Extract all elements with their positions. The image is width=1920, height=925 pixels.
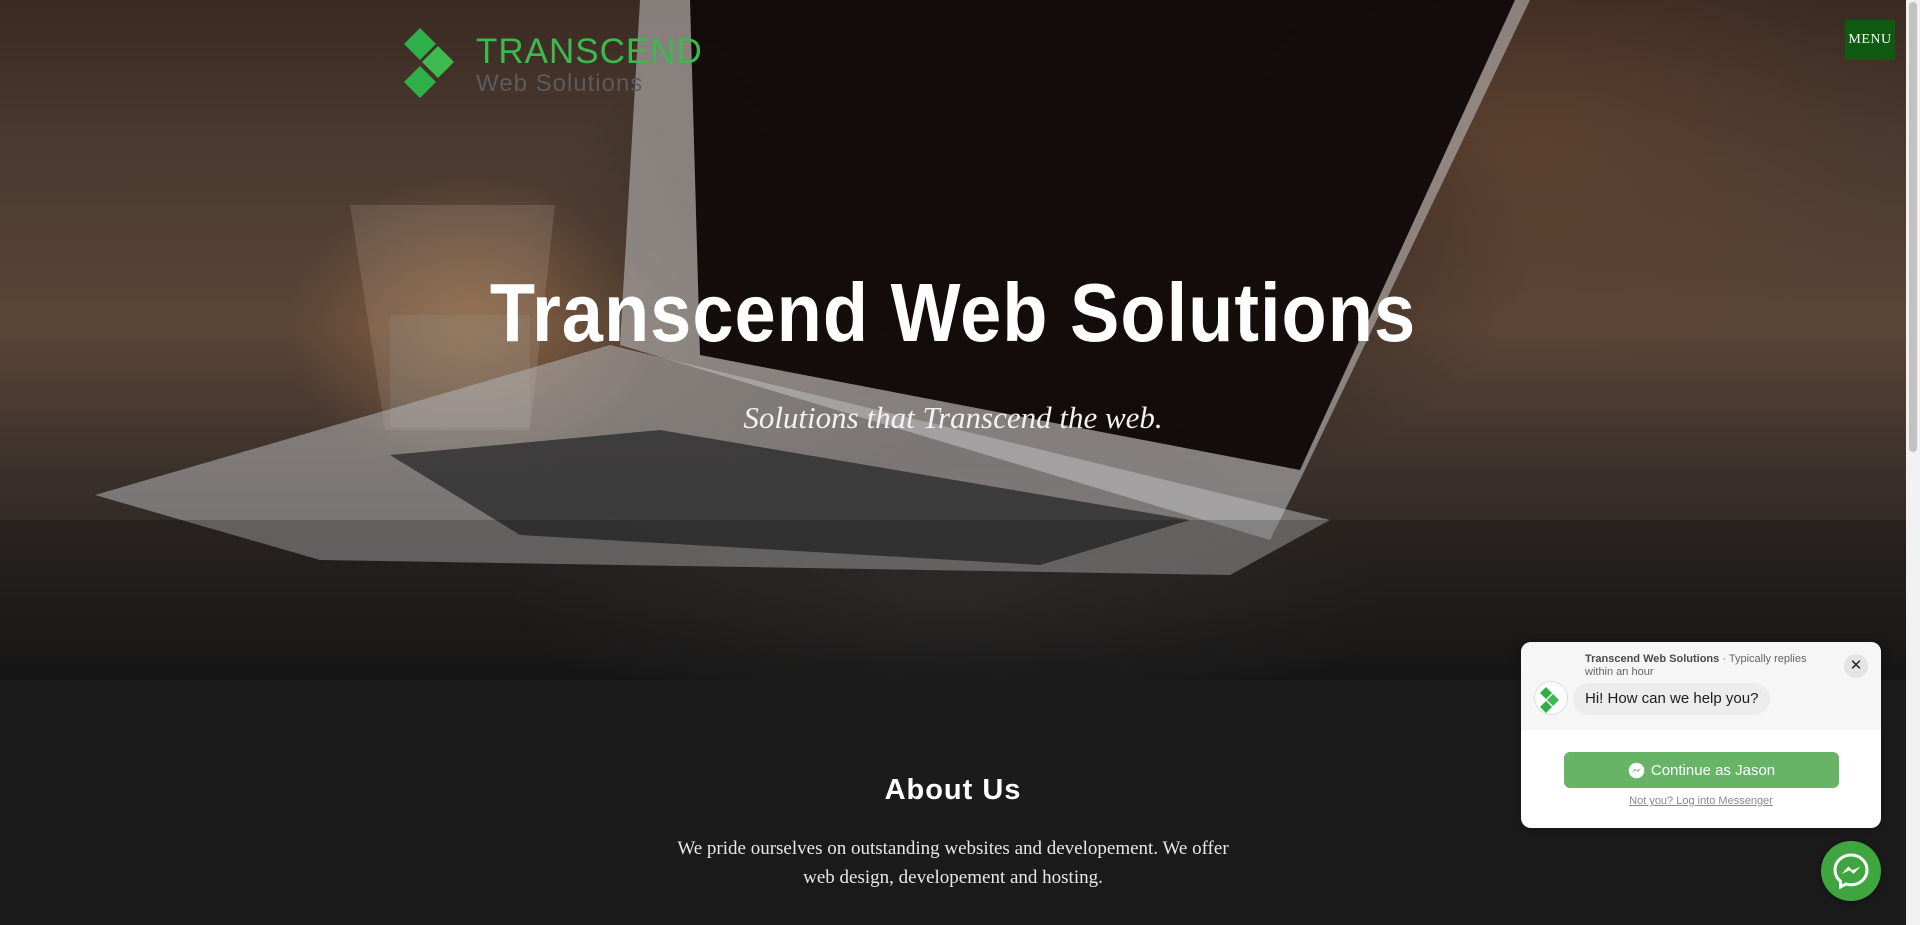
chat-header: Transcend Web Solutions · Typically repl… xyxy=(1521,642,1881,730)
logo-text-top: TRANSCEND xyxy=(476,32,703,71)
page-scrollbar[interactable] xyxy=(1906,0,1920,925)
menu-button[interactable]: MENU xyxy=(1845,20,1895,60)
chat-page-name: Transcend Web Solutions xyxy=(1585,653,1720,665)
messenger-chat-popup: Transcend Web Solutions · Typically repl… xyxy=(1521,642,1881,828)
log-into-messenger-link[interactable]: Not you? Log into Messenger xyxy=(1521,795,1881,807)
logo-diamond-icon xyxy=(404,28,454,98)
logo-diamond-icon xyxy=(1540,687,1559,713)
about-text: We pride ourselves on outstanding websit… xyxy=(677,838,1229,888)
about-text-continued xyxy=(670,912,1236,925)
scrollbar-thumb[interactable] xyxy=(1909,2,1917,452)
hero-title: Transcend Web Solutions xyxy=(489,266,1417,360)
messenger-chat-button[interactable] xyxy=(1821,841,1881,901)
close-icon[interactable]: ✕ xyxy=(1844,654,1868,678)
messenger-icon xyxy=(1833,853,1869,890)
continue-as-label: Continue as Jason xyxy=(1650,761,1776,779)
logo-text-bottom: Web Solutions xyxy=(476,70,644,97)
chat-greeting-bubble: Hi! How can we help you? xyxy=(1573,683,1771,715)
chat-page-info: Transcend Web Solutions · Typically repl… xyxy=(1585,653,1830,679)
site-logo[interactable]: TRANSCEND Web Solutions xyxy=(404,26,704,102)
page-avatar xyxy=(1535,682,1567,714)
continue-as-button[interactable]: Continue as Jason xyxy=(1564,752,1839,788)
hero-subtitle: Solutions that Transcend the web. xyxy=(743,400,1163,435)
messenger-icon xyxy=(1628,762,1645,779)
